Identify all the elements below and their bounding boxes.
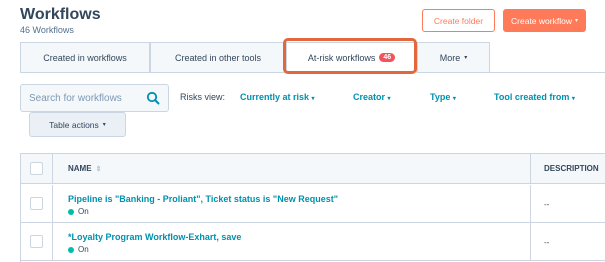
chevron-down-icon: ▾ [571,96,575,102]
dropdown-label: Tool created from [494,92,570,102]
workflow-status: On [68,245,89,254]
table-row: *Loyalty Program Workflow-Exhart, save O… [21,223,605,261]
risk-view-dropdown[interactable]: Currently at risk ▾ [240,92,315,102]
count-badge: 46 [379,53,396,62]
workflow-count: 46 Workflows [20,25,74,35]
row-checkbox[interactable] [30,235,43,248]
tab-label: More [439,52,461,63]
column-divider [530,154,531,184]
workflow-name-link[interactable]: Pipeline is "Banking - Proliant", Ticket… [68,194,338,204]
risks-view-label: Risks view: [180,92,226,102]
search-icon[interactable] [146,91,160,105]
chevron-down-icon: ▾ [102,122,106,128]
tab-more[interactable]: More ▾ [417,42,490,73]
workflow-description: -- [544,238,550,247]
workflow-name-link[interactable]: *Loyalty Program Workflow-Exhart, save [68,232,241,242]
column-label: NAME [68,164,92,173]
workflow-status: On [68,207,89,216]
create-workflow-button[interactable]: Create workflow ▾ [503,9,586,32]
dropdown-label: Creator [353,92,386,102]
sort-icon: ⇕ [95,165,102,173]
chevron-down-icon: ▾ [574,18,578,24]
table-header: NAME ⇕ DESCRIPTION [21,154,605,184]
tool-created-from-dropdown[interactable]: Tool created from ▾ [494,92,575,102]
chevron-down-icon: ▾ [387,96,391,102]
table-row: Pipeline is "Banking - Proliant", Ticket… [21,185,605,223]
workflow-description: -- [544,200,550,209]
row-checkbox-cell [21,185,53,223]
header-checkbox-cell [21,154,53,184]
workflows-table: NAME ⇕ DESCRIPTION Pipeline is "Banking … [20,153,605,262]
chevron-down-icon: ▾ [464,55,468,61]
status-label: On [78,207,89,216]
dropdown-label: Currently at risk [240,92,310,102]
tab-at-risk-workflows[interactable]: At-risk workflows 46 [286,42,417,73]
type-dropdown[interactable]: Type ▾ [430,92,456,102]
column-divider [530,223,531,261]
tab-created-in-workflows[interactable]: Created in workflows [20,42,150,73]
tab-label: Created in other tools [174,52,262,63]
create-workflow-label: Create workflow [511,15,572,26]
tab-created-in-other-tools[interactable]: Created in other tools [150,42,286,73]
table-actions-button[interactable]: Table actions ▾ [29,112,126,137]
search-input[interactable]: Search for workflows [20,84,169,112]
create-folder-button[interactable]: Create folder [422,9,495,32]
status-label: On [78,245,89,254]
search-placeholder: Search for workflows [29,92,122,104]
tab-label: At-risk workflows [307,52,376,63]
status-dot-icon [68,208,74,215]
page-title: Workflows [20,6,101,23]
status-dot-icon [68,246,74,253]
description-column-header: DESCRIPTION [544,164,599,173]
column-divider [530,185,531,223]
chevron-down-icon: ▾ [452,96,456,102]
tab-label: Created in workflows [43,52,127,63]
row-checkbox-cell [21,223,53,261]
select-all-checkbox[interactable] [30,162,43,175]
chevron-down-icon: ▾ [311,96,315,102]
name-column-header[interactable]: NAME ⇕ [68,164,101,173]
table-actions-label: Table actions [49,119,99,130]
dropdown-label: Type [430,92,451,102]
row-checkbox[interactable] [30,197,43,210]
creator-dropdown[interactable]: Creator ▾ [353,92,391,102]
